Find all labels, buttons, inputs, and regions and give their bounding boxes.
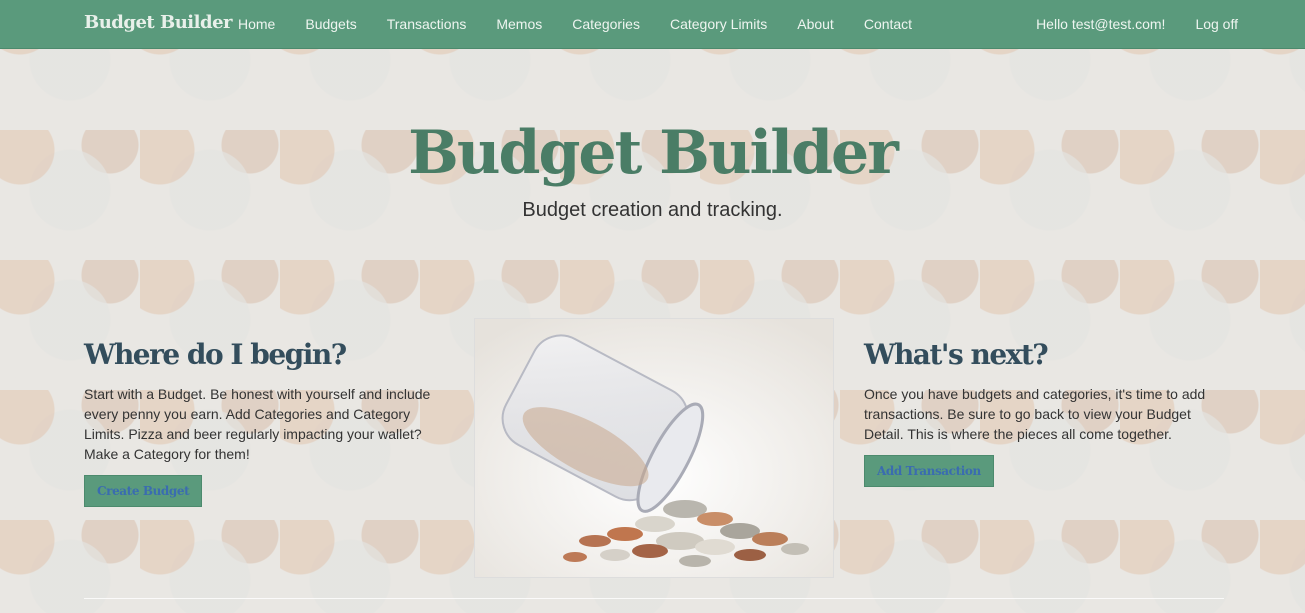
where-to-begin-text: Start with a Budget. Be honest with your… xyxy=(84,386,431,462)
logoff-link[interactable]: Log off xyxy=(1180,0,1253,49)
nav-home[interactable]: Home xyxy=(223,0,290,49)
hero-title: Budget Builder xyxy=(408,118,899,188)
nav-memos[interactable]: Memos xyxy=(481,0,557,49)
nav-links: Home Budgets Transactions Memos Categori… xyxy=(223,0,927,49)
user-greeting-link[interactable]: Hello test@test.com! xyxy=(1021,0,1180,49)
nav-transactions[interactable]: Transactions xyxy=(372,0,482,49)
nav-user-area: Hello test@test.com! Log off xyxy=(1021,0,1253,49)
nav-contact[interactable]: Contact xyxy=(849,0,927,49)
whats-next-text: Once you have budgets and categories, it… xyxy=(864,386,1206,442)
coin-jar-icon xyxy=(475,319,833,577)
add-transaction-button[interactable]: Add Transaction xyxy=(864,455,994,487)
nav-about[interactable]: About xyxy=(782,0,849,49)
where-to-begin-heading: Where do I begin? xyxy=(84,338,347,371)
whats-next-heading: What's next? xyxy=(864,338,1049,371)
footer-divider xyxy=(84,598,1224,599)
create-budget-button[interactable]: Create Budget xyxy=(84,475,203,507)
navbar: Budget Builder Home Budgets Transactions… xyxy=(0,0,1305,49)
nav-budgets[interactable]: Budgets xyxy=(290,0,371,49)
whats-next-section: What's next? Once you have budgets and c… xyxy=(864,338,1224,487)
nav-category-limits[interactable]: Category Limits xyxy=(655,0,782,49)
nav-categories[interactable]: Categories xyxy=(557,0,655,49)
where-to-begin-section: Where do I begin? Start with a Budget. B… xyxy=(84,338,444,507)
hero-subtitle: Budget creation and tracking. xyxy=(522,199,783,221)
coin-jar-image xyxy=(474,318,834,578)
brand-link[interactable]: Budget Builder xyxy=(84,12,233,33)
